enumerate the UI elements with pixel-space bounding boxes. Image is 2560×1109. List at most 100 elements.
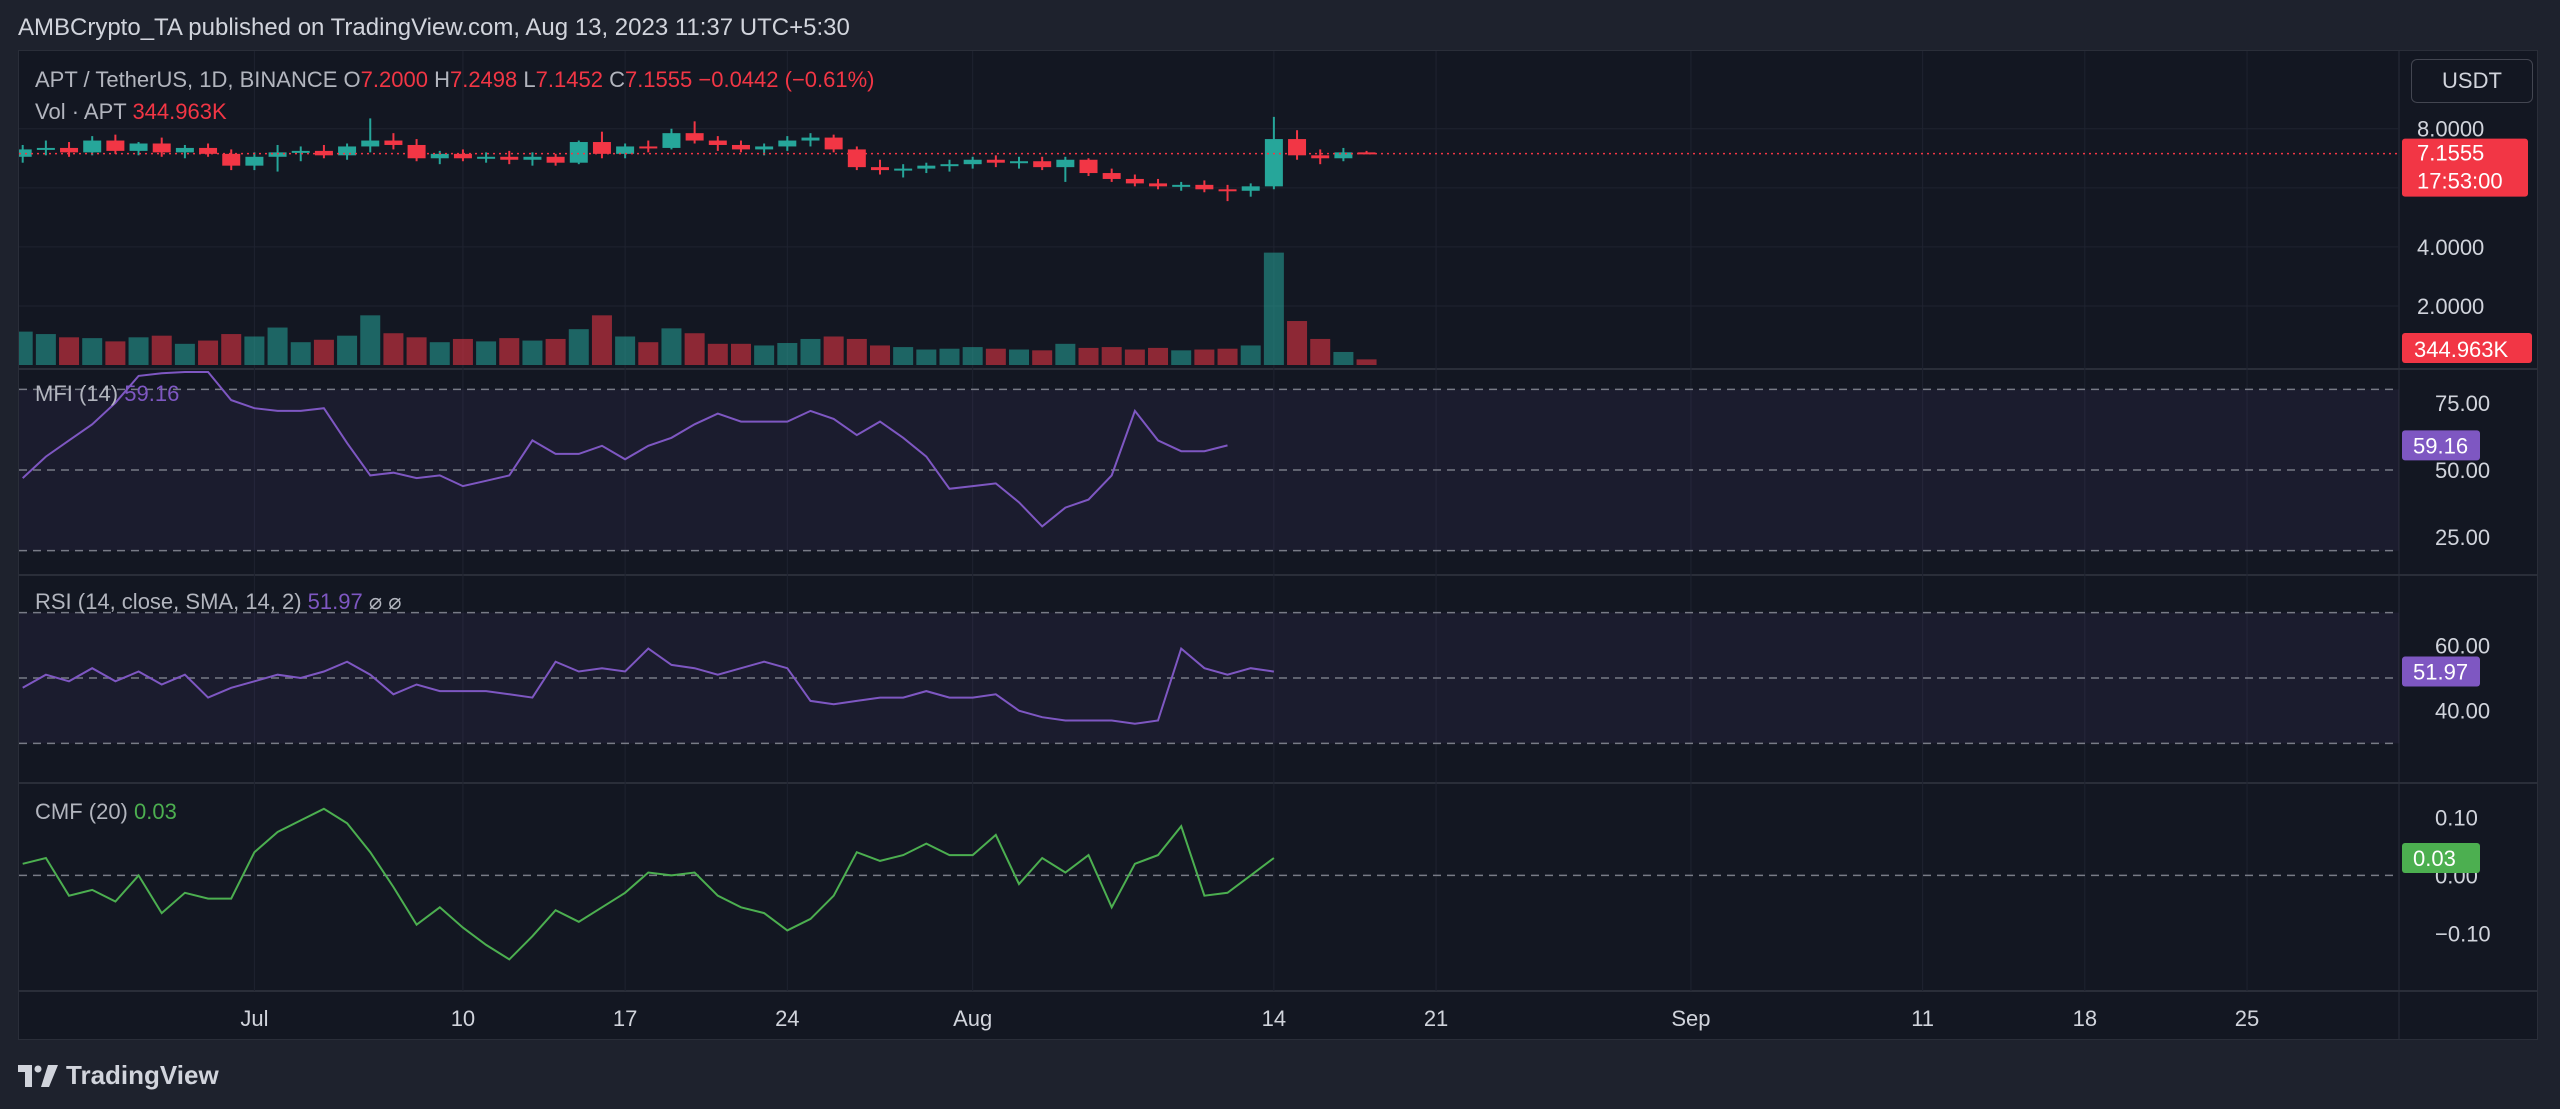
tradingview-brand[interactable]: TradingView	[66, 1060, 219, 1091]
price-tick-label: 8.0000	[2417, 117, 2484, 142]
volume-bar	[661, 328, 682, 365]
open-label: O	[343, 67, 361, 92]
candle-body	[1102, 173, 1121, 179]
candle-body	[222, 153, 241, 166]
volume-legend: Vol · APT 344.963K	[35, 99, 227, 125]
mfi-label[interactable]: MFI (14)	[35, 381, 118, 406]
candle-body	[83, 140, 102, 153]
volume-bar	[916, 349, 937, 365]
volume-bar	[19, 331, 33, 365]
price-candles	[19, 116, 2399, 202]
x-tick-label: Sep	[1671, 1006, 1710, 1031]
candle-body	[60, 147, 79, 153]
rsi-tick-label: 40.00	[2435, 699, 2490, 724]
volume-bar	[684, 333, 705, 365]
candle-body	[1125, 178, 1144, 184]
candle-body	[546, 156, 565, 163]
volume-bar	[777, 343, 798, 365]
tradingview-logo-icon[interactable]	[18, 1064, 58, 1087]
volume-bar	[1217, 348, 1238, 365]
change-value: −0.0442 (−0.61%)	[698, 67, 875, 92]
candle-body	[894, 168, 913, 171]
volume-bar	[1078, 347, 1099, 365]
candle-body	[199, 147, 218, 154]
volume-bar	[846, 338, 867, 365]
candle-body	[1149, 183, 1168, 187]
candle-body	[1288, 139, 1307, 156]
x-tick-label: 17	[613, 1006, 637, 1031]
cmf-tick-label: −0.10	[2435, 921, 2491, 946]
candle-body	[940, 164, 959, 167]
volume-bar	[638, 342, 659, 365]
volume-bar	[545, 338, 566, 365]
candle-body	[384, 140, 403, 145]
hidden-icon[interactable]: ⌀	[388, 589, 401, 614]
volume-bar	[893, 347, 914, 365]
mfi-tick-label: 75.00	[2435, 391, 2490, 416]
candle-body	[778, 140, 797, 147]
symbol-name[interactable]: APT / TetherUS, 1D, BINANCE	[35, 67, 337, 92]
volume-bar	[939, 348, 960, 365]
candle-body	[569, 142, 588, 163]
candle-body	[616, 146, 635, 154]
candle-body	[847, 149, 866, 168]
last-price-text: 7.1555	[2417, 141, 2484, 166]
rsi-legend: RSI (14, close, SMA, 14, 2) 51.97 ⌀ ⌀	[35, 589, 401, 615]
candle-body	[361, 140, 380, 147]
chart-frame[interactable]: 8.0000 4.0000 2.0000 75.00 50.00 25.00 60.00 40…	[18, 50, 2538, 1040]
candle-body	[1079, 159, 1098, 174]
volume-bar	[383, 333, 404, 365]
volume-bar	[522, 340, 543, 365]
candle-body	[708, 140, 727, 145]
footer: TradingView	[18, 1060, 219, 1091]
x-tick-label: 24	[775, 1006, 799, 1031]
candle-body	[662, 133, 681, 148]
chart-canvas[interactable]: 8.0000 4.0000 2.0000 75.00 50.00 25.00 60.00 40…	[19, 51, 2538, 1040]
volume-bar	[1101, 347, 1122, 365]
x-tick-label: 21	[1424, 1006, 1448, 1031]
volume-label[interactable]: Vol · APT	[35, 99, 126, 124]
rsi-value: 51.97	[307, 589, 363, 614]
rsi-value-badge-text: 51.97	[2413, 660, 2468, 685]
volume-bar	[591, 315, 612, 365]
candle-body	[1195, 184, 1214, 190]
candle-body	[1218, 189, 1237, 192]
candle-body	[500, 156, 519, 160]
cmf-tick-label: 0.10	[2435, 805, 2478, 830]
mfi-tick-label: 50.00	[2435, 458, 2490, 483]
x-tick-label: 10	[451, 1006, 475, 1031]
candle-body	[245, 156, 264, 166]
volume-bar	[313, 339, 334, 365]
volume-bar	[962, 347, 983, 365]
cmf-label[interactable]: CMF (20)	[35, 799, 128, 824]
volume-bar	[1263, 252, 1284, 365]
candle-body	[407, 144, 426, 159]
volume-bar	[1356, 359, 1377, 365]
volume-bar	[221, 334, 242, 365]
volume-bar	[1148, 347, 1169, 365]
volume-bar	[1124, 349, 1145, 365]
candle-body	[1334, 152, 1353, 159]
x-tick-label: Jul	[240, 1006, 268, 1031]
volume-bar	[174, 343, 195, 365]
candle-body	[1033, 161, 1052, 168]
volume-bar	[290, 342, 311, 365]
x-tick-label: 11	[1911, 1006, 1934, 1031]
volume-bar	[105, 341, 126, 365]
volume-bar	[429, 342, 450, 365]
volume-bar	[267, 327, 288, 365]
volume-bar	[800, 338, 821, 365]
volume-bar	[707, 343, 728, 365]
volume-bars	[19, 252, 1377, 365]
candle-body	[1264, 139, 1283, 187]
candle-body	[1056, 159, 1075, 168]
currency-button[interactable]: USDT	[2411, 59, 2533, 103]
candle-body	[1241, 186, 1260, 191]
price-tick-label: 2.0000	[2417, 294, 2484, 319]
volume-bar	[1171, 350, 1192, 365]
candle-body	[314, 150, 333, 156]
hidden-icon[interactable]: ⌀	[369, 589, 382, 614]
rsi-label[interactable]: RSI (14, close, SMA, 14, 2)	[35, 589, 302, 614]
candle-body	[175, 147, 194, 153]
price-tick-label: 4.0000	[2417, 235, 2484, 260]
